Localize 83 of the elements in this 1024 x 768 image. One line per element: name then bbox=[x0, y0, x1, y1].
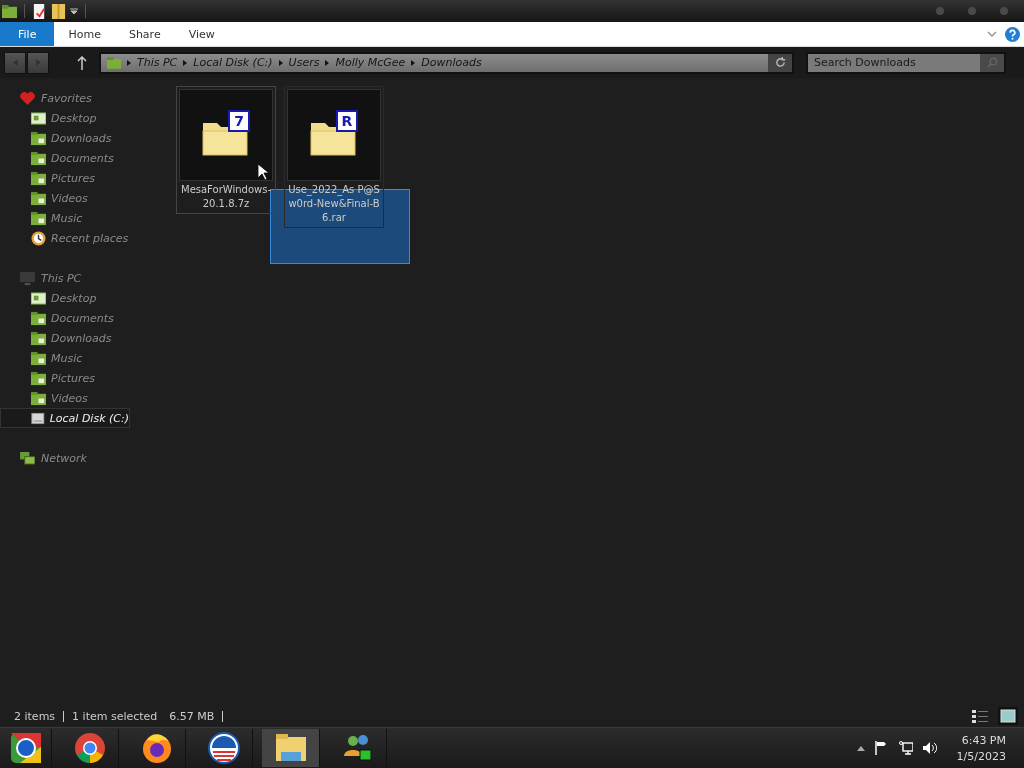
folder-icon bbox=[31, 210, 46, 226]
breadcrumb-arrow-icon[interactable] bbox=[183, 59, 188, 66]
breadcrumb[interactable]: Local Disk (C:) bbox=[193, 56, 273, 69]
details-view-icon[interactable] bbox=[970, 707, 990, 725]
dropdown-icon[interactable] bbox=[70, 7, 78, 15]
sidebar-item[interactable]: Downloads bbox=[0, 328, 130, 348]
taskbar-button[interactable] bbox=[262, 729, 320, 767]
up-arrow-icon[interactable] bbox=[77, 55, 87, 70]
selection-size: 6.57 MB bbox=[169, 709, 215, 723]
large-icons-view-icon[interactable] bbox=[998, 707, 1018, 725]
archive-type-letter: R bbox=[336, 110, 358, 132]
item-count: 2 items bbox=[14, 709, 56, 723]
breadcrumb[interactable]: This PC bbox=[137, 56, 178, 69]
flag-icon[interactable] bbox=[874, 741, 889, 755]
sidebar-item[interactable]: Documents bbox=[0, 148, 130, 168]
folder-icon bbox=[31, 330, 46, 346]
folder-icon bbox=[31, 370, 46, 386]
sidebar-group[interactable]: Network bbox=[41, 451, 87, 465]
monitor-icon bbox=[20, 271, 35, 285]
sidebar-item[interactable]: Pictures bbox=[0, 368, 130, 388]
flame-icon bbox=[140, 732, 173, 764]
folder-icon bbox=[107, 56, 121, 69]
folder-icon bbox=[31, 190, 46, 206]
sidebar-item[interactable]: Music bbox=[0, 348, 130, 368]
folder-icon[interactable] bbox=[2, 3, 17, 19]
document-icon[interactable] bbox=[32, 3, 47, 19]
folder-icon bbox=[274, 732, 307, 764]
sidebar-item[interactable]: Videos bbox=[0, 388, 130, 408]
breadcrumb-arrow-icon[interactable] bbox=[325, 59, 330, 66]
help-icon[interactable] bbox=[1005, 26, 1020, 42]
sidebar-item[interactable]: Pictures bbox=[0, 168, 130, 188]
back-arrow-icon bbox=[12, 59, 18, 66]
folder-icon bbox=[31, 390, 46, 406]
forward-button[interactable] bbox=[27, 51, 49, 74]
folder-icon bbox=[31, 150, 46, 166]
striped-circle-icon bbox=[207, 732, 240, 764]
file-name: Use_2022_As P@Sw0rd-New&Final-B6.rar bbox=[287, 183, 381, 225]
back-button[interactable] bbox=[4, 51, 26, 74]
address-bar[interactable]: This PC Local Disk (C:) Users Molly McGee Downloads bbox=[99, 51, 794, 74]
file-name: MesaForWindows-20.1.8.7z bbox=[180, 183, 272, 211]
network-icon bbox=[20, 451, 35, 465]
network-icon[interactable] bbox=[898, 741, 913, 755]
breadcrumb-arrow-icon[interactable] bbox=[411, 59, 416, 66]
clock[interactable]: 6:43 PM 1/5/2023 bbox=[956, 733, 1006, 763]
sidebar-group[interactable]: Favorites bbox=[41, 91, 92, 105]
breadcrumb[interactable]: Molly McGee bbox=[335, 56, 406, 69]
sidebar-item[interactable]: Desktop bbox=[0, 108, 130, 128]
ribbon-tab[interactable]: File bbox=[0, 22, 55, 46]
archive-type-letter: 7 bbox=[228, 110, 250, 132]
sidebar-item[interactable]: Videos bbox=[0, 188, 130, 208]
sidebar-item[interactable]: Desktop bbox=[0, 288, 130, 308]
folder-icon[interactable] bbox=[51, 3, 66, 19]
breadcrumb[interactable]: Users bbox=[288, 56, 320, 69]
time-text: 6:43 PM bbox=[961, 733, 1006, 747]
file-item[interactable]: 7 MesaForWindows-20.1.8.7z bbox=[176, 86, 276, 214]
chevron-icon[interactable] bbox=[987, 31, 997, 37]
folder-icon bbox=[31, 310, 46, 326]
selection-count: 1 item selected bbox=[72, 709, 158, 723]
folder-icon bbox=[31, 170, 46, 186]
sidebar-item[interactable]: Documents bbox=[0, 308, 130, 328]
refresh-icon bbox=[774, 57, 786, 68]
clock-icon bbox=[31, 230, 46, 246]
breadcrumb-arrow-icon[interactable] bbox=[278, 59, 283, 66]
desktop-icon bbox=[31, 110, 46, 126]
sidebar-item[interactable]: Recent places bbox=[0, 228, 130, 248]
forward-arrow-icon bbox=[35, 59, 41, 66]
mouse-cursor-icon bbox=[258, 164, 268, 180]
folder-icon bbox=[31, 350, 46, 366]
people-icon bbox=[341, 732, 374, 764]
sidebar-item[interactable]: Local Disk (C:) bbox=[0, 408, 130, 428]
folder-icon bbox=[31, 130, 46, 146]
speaker-icon[interactable] bbox=[922, 741, 937, 755]
sidebar-item[interactable]: Downloads bbox=[0, 128, 130, 148]
desktop-icon bbox=[31, 290, 46, 306]
breadcrumb[interactable]: Downloads bbox=[421, 56, 482, 69]
date-text: 1/5/2023 bbox=[956, 749, 1006, 763]
sidebar-group[interactable]: This PC bbox=[41, 271, 82, 285]
sidebar-item[interactable]: Music bbox=[0, 208, 130, 228]
ring-icon bbox=[73, 732, 106, 764]
heart-icon bbox=[20, 91, 35, 105]
breadcrumb-arrow-icon[interactable] bbox=[127, 59, 131, 66]
show-hidden-icons-icon[interactable] bbox=[856, 745, 865, 751]
refresh-button[interactable] bbox=[768, 53, 792, 72]
